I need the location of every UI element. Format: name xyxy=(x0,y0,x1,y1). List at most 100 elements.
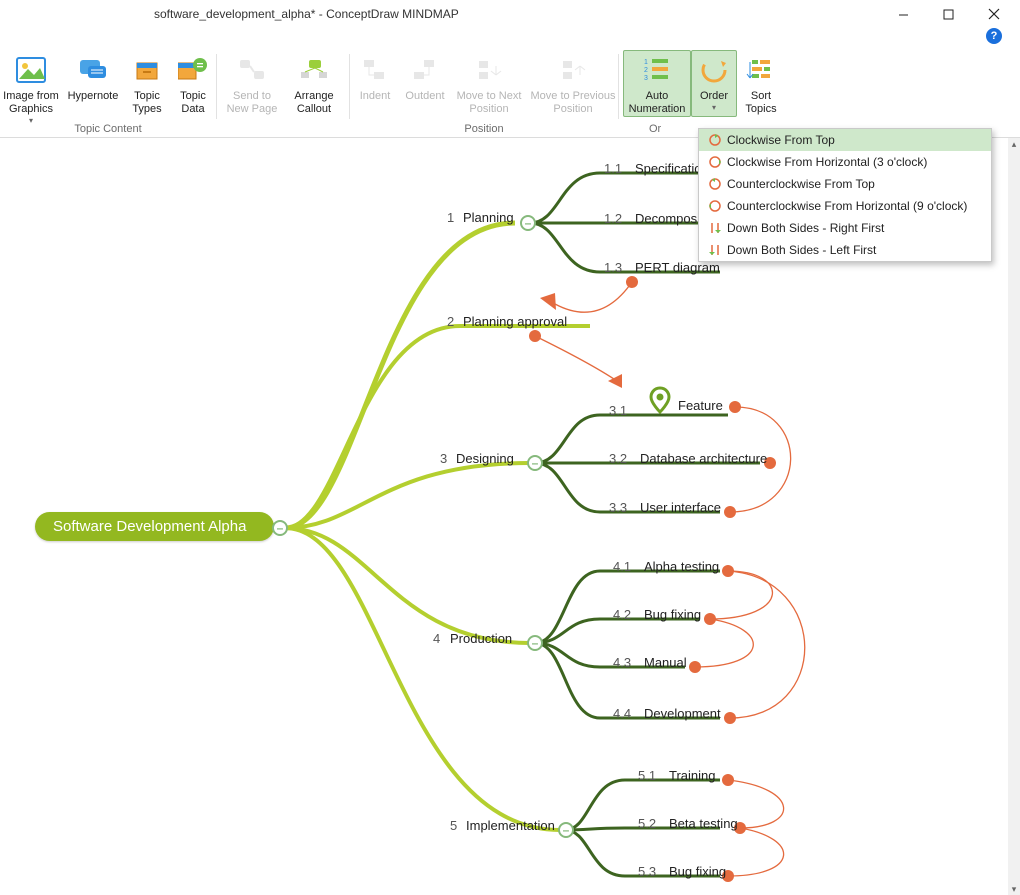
maximize-button[interactable] xyxy=(926,0,971,28)
menu-item-counter-top[interactable]: Counterclockwise From Top xyxy=(699,173,991,195)
topic-number: 3.3 xyxy=(609,500,627,515)
menu-item-label: Down Both Sides - Right First xyxy=(727,221,884,235)
topic-pert-diagram[interactable]: PERT diagram xyxy=(635,260,720,275)
send-to-new-page-button: Send toNew Page xyxy=(221,50,283,116)
collapse-toggle[interactable]: – xyxy=(520,215,536,231)
topic-designing[interactable]: Designing xyxy=(456,451,514,466)
sort-topics-button[interactable]: SortTopics xyxy=(737,50,785,117)
topic-alpha-testing[interactable]: Alpha testing xyxy=(644,559,719,574)
sort-icon xyxy=(743,52,779,88)
svg-text:1: 1 xyxy=(644,59,648,66)
menu-item-down-right[interactable]: Down Both Sides - Right First xyxy=(699,217,991,239)
minimize-button[interactable] xyxy=(881,0,926,28)
topic-number: 5.2 xyxy=(638,816,656,831)
move-prev-icon xyxy=(555,52,591,88)
arrange-callout-button[interactable]: ArrangeCallout xyxy=(283,50,345,116)
topic-number: 4.4 xyxy=(613,706,631,721)
hypernote-button[interactable]: Hypernote xyxy=(62,50,124,125)
topic-number: 3.2 xyxy=(609,451,627,466)
topic-planning[interactable]: Planning xyxy=(463,210,514,225)
topic-decomposition[interactable]: Decompositi xyxy=(635,211,707,226)
menu-item-down-left[interactable]: Down Both Sides - Left First xyxy=(699,239,991,261)
button-label: SortTopics xyxy=(745,90,776,116)
button-label: ArrangeCallout xyxy=(294,90,333,116)
topic-number: 1.3 xyxy=(604,260,622,275)
topic-feature[interactable]: Feature xyxy=(678,398,723,413)
button-label: Hypernote xyxy=(68,90,119,103)
topic-types-button[interactable]: TopicTypes xyxy=(124,50,170,125)
topic-number: 5 xyxy=(450,818,457,833)
button-label: AutoNumeration xyxy=(629,90,686,116)
auto-numeration-button[interactable]: 123 AutoNumeration xyxy=(623,50,691,117)
scrollbar-track[interactable] xyxy=(1008,138,1020,895)
button-label: TopicTypes xyxy=(132,90,161,116)
menu-item-label: Clockwise From Top xyxy=(727,133,835,147)
topic-implementation[interactable]: Implementation xyxy=(466,818,555,833)
topic-bug-fixing-prod[interactable]: Bug fixing xyxy=(644,607,701,622)
group-label: Position xyxy=(350,123,618,135)
order-icon xyxy=(696,52,732,88)
help-icon[interactable]: ? xyxy=(986,28,1002,44)
topic-manual[interactable]: Manual xyxy=(644,655,687,670)
topic-number: 5.1 xyxy=(638,768,656,783)
indent-button: Indent xyxy=(350,50,400,116)
send-page-icon xyxy=(234,52,270,88)
topic-planning-approval[interactable]: Planning approval xyxy=(463,314,567,329)
button-label: Outdent xyxy=(405,90,444,103)
image-from-graphics-button[interactable]: Image fromGraphics ▾ xyxy=(0,50,62,125)
collapse-toggle[interactable]: – xyxy=(558,822,574,838)
topic-database-architecture[interactable]: Database architecture xyxy=(640,451,767,466)
menu-item-label: Counterclockwise From Horizontal (9 o'cl… xyxy=(727,199,967,213)
topic-number: 4 xyxy=(433,631,440,646)
scroll-down-button[interactable]: ▾ xyxy=(1008,883,1020,895)
topic-production[interactable]: Production xyxy=(450,631,512,646)
topic-data-button[interactable]: TopicData xyxy=(170,50,216,125)
window-title: software_development_alpha* - ConceptDra… xyxy=(4,7,881,21)
root-topic[interactable]: Software Development Alpha xyxy=(35,512,274,541)
topic-number: 3.1 xyxy=(609,403,627,418)
ribbon-group-position: Indent Outdent Move to NextPosition Move… xyxy=(350,50,618,137)
topic-development[interactable]: Development xyxy=(644,706,721,721)
menu-item-counter-horiz[interactable]: Counterclockwise From Horizontal (9 o'cl… xyxy=(699,195,991,217)
menu-item-clockwise-top[interactable]: Clockwise From Top xyxy=(699,129,991,151)
arrange-callout-icon xyxy=(296,52,332,88)
topic-number: 4.3 xyxy=(613,655,631,670)
order-dropdown: Clockwise From Top Clockwise From Horizo… xyxy=(698,128,992,262)
counter-top-icon xyxy=(703,175,727,193)
counter-horiz-icon xyxy=(703,197,727,215)
data-icon xyxy=(175,52,211,88)
close-button[interactable] xyxy=(971,0,1016,28)
button-label: Move to PreviousPosition xyxy=(531,90,616,116)
drawer-icon xyxy=(129,52,165,88)
order-button[interactable]: Order ▾ xyxy=(691,50,737,117)
topic-user-interface[interactable]: User interface xyxy=(640,500,721,515)
move-prev-button: Move to PreviousPosition xyxy=(528,50,618,116)
button-label: Indent xyxy=(360,90,391,103)
collapse-toggle[interactable]: – xyxy=(272,520,288,536)
topic-number: 5.3 xyxy=(638,864,656,879)
topic-beta-testing[interactable]: Beta testing xyxy=(669,816,738,831)
ribbon: Image fromGraphics ▾ Hypernote TopicType… xyxy=(0,46,1020,138)
ribbon-group-order: 123 AutoNumeration Order ▾ SortTopics Or xyxy=(619,50,789,137)
collapse-toggle[interactable]: – xyxy=(527,455,543,471)
button-label: Image fromGraphics xyxy=(3,90,59,116)
scroll-up-button[interactable]: ▴ xyxy=(1008,138,1020,150)
topic-bug-fixing-impl[interactable]: Bug fixing xyxy=(669,864,726,879)
button-label: Send toNew Page xyxy=(227,90,278,116)
chat-icon xyxy=(75,52,111,88)
move-next-button: Move to NextPosition xyxy=(450,50,528,116)
clockwise-top-icon xyxy=(703,131,727,149)
outdent-button: Outdent xyxy=(400,50,450,116)
topic-training[interactable]: Training xyxy=(669,768,715,783)
ribbon-group-topic-content: Image fromGraphics ▾ Hypernote TopicType… xyxy=(0,50,216,137)
titlebar: software_development_alpha* - ConceptDra… xyxy=(0,0,1020,28)
button-label: Order xyxy=(700,90,728,103)
collapse-toggle[interactable]: – xyxy=(527,635,543,651)
move-next-icon xyxy=(471,52,507,88)
indent-icon xyxy=(357,52,393,88)
help-row: ? xyxy=(0,28,1020,46)
topic-number: 1.2 xyxy=(604,211,622,226)
button-label: Move to NextPosition xyxy=(457,90,522,116)
menu-item-clockwise-horiz[interactable]: Clockwise From Horizontal (3 o'clock) xyxy=(699,151,991,173)
topic-number: 4.1 xyxy=(613,559,631,574)
